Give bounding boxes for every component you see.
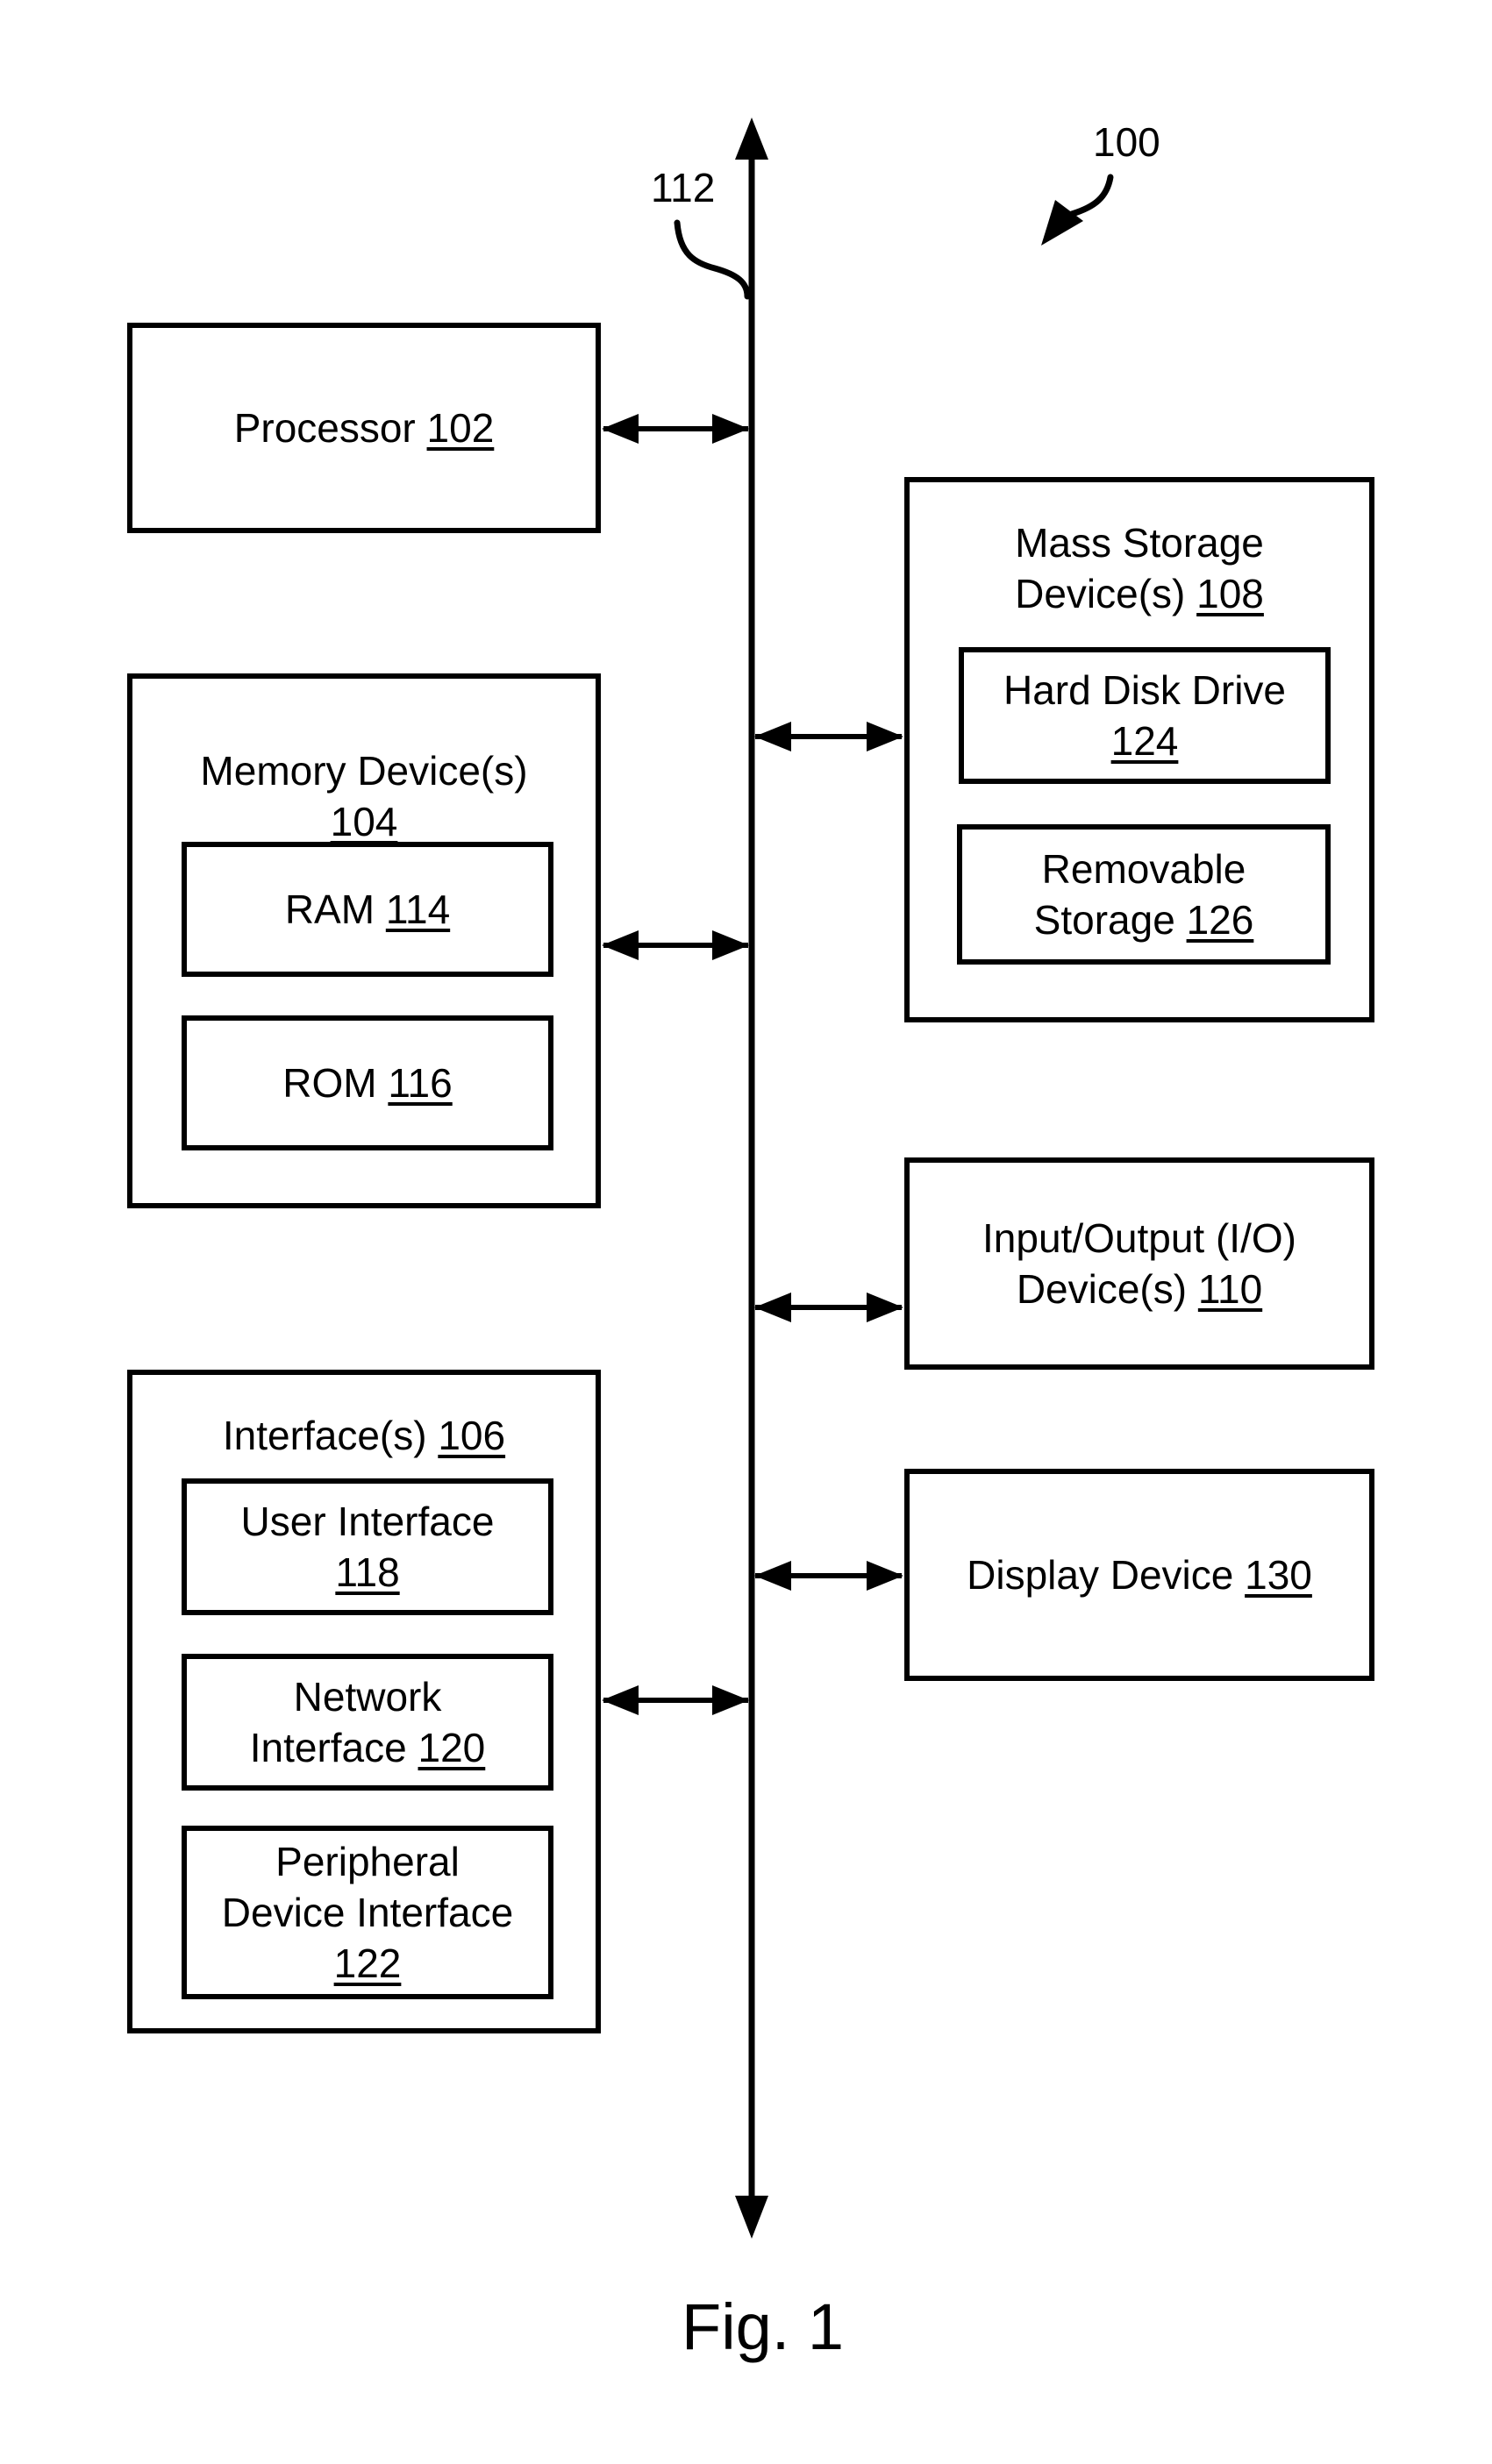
arrow-memory-bus — [602, 930, 749, 960]
arrow-right-icon — [867, 1561, 903, 1591]
figure-caption: Fig. 1 — [682, 2290, 845, 2363]
arrow-left-icon — [754, 722, 791, 751]
arrow-left-icon — [602, 1685, 639, 1715]
interfaces-name: Interface(s) — [222, 1413, 427, 1458]
memory-ref: 104 — [330, 799, 398, 844]
user-interface-name: User Interface — [240, 1499, 495, 1544]
arrow-left-icon — [754, 1561, 791, 1591]
mass-storage-box: Mass Storage Device(s) 108 Hard Disk Dri… — [904, 477, 1374, 1022]
arrow-left-icon — [754, 1293, 791, 1322]
arrow-right-icon — [867, 1293, 903, 1322]
display-name: Display Device — [967, 1552, 1234, 1598]
peripheral-name-line2: Device Interface — [221, 1890, 514, 1935]
arrow-right-icon — [867, 722, 903, 751]
arrow-bus-io — [754, 1293, 903, 1322]
removable-ref: 126 — [1186, 897, 1254, 943]
system-pointer-arrowhead-icon — [1041, 200, 1083, 246]
hdd-name: Hard Disk Drive — [1003, 667, 1287, 713]
peripheral-device-interface-box: Peripheral Device Interface 122 — [182, 1826, 553, 1999]
network-interface-ref: 120 — [418, 1725, 486, 1770]
system-pointer-line — [1068, 174, 1114, 217]
arrow-right-icon — [712, 1685, 749, 1715]
system-pointer-arrow — [1041, 174, 1114, 246]
ram-name: RAM — [284, 887, 375, 932]
peripheral-name-line1: Peripheral — [275, 1839, 460, 1884]
network-interface-name-line2: Interface — [249, 1725, 407, 1770]
interfaces-ref: 106 — [438, 1413, 506, 1458]
processor-label: Processor 102 — [234, 402, 495, 453]
interfaces-title: Interface(s) 106 — [132, 1410, 596, 1461]
removable-storage-box: Removable Storage 126 — [957, 824, 1331, 965]
mass-storage-name-line2: Device(s) — [1015, 571, 1186, 616]
memory-title: Memory Device(s) 104 — [132, 745, 596, 847]
ram-ref: 114 — [385, 887, 451, 932]
bus-leader-line — [674, 219, 751, 300]
arrow-bus-display — [754, 1561, 903, 1591]
rom-name: ROM — [282, 1060, 377, 1106]
bus-arrow-down-icon — [735, 2196, 768, 2239]
user-interface-box: User Interface 118 — [182, 1478, 553, 1615]
mass-storage-name-line1: Mass Storage — [1015, 520, 1264, 566]
user-interface-ref: 118 — [335, 1549, 400, 1595]
io-ref: 110 — [1197, 1266, 1263, 1312]
processor-name: Processor — [233, 405, 416, 451]
io-devices-box: Input/Output (I/O) Device(s) 110 — [904, 1157, 1374, 1370]
arrow-interfaces-bus — [602, 1685, 749, 1715]
memory-name: Memory Device(s) — [200, 748, 528, 794]
mass-storage-ref: 108 — [1196, 571, 1264, 616]
arrow-right-icon — [712, 414, 749, 444]
hard-disk-drive-box: Hard Disk Drive 124 — [959, 647, 1331, 784]
arrow-bus-mass-storage — [754, 722, 903, 751]
peripheral-ref: 122 — [333, 1941, 402, 1986]
display-device-box: Display Device 130 — [904, 1469, 1374, 1681]
arrow-right-icon — [712, 930, 749, 960]
network-interface-name-line1: Network — [293, 1674, 442, 1720]
io-name-line2: Device(s) — [1016, 1266, 1188, 1312]
bus-reference-label: 112 — [651, 165, 716, 210]
rom-ref: 116 — [388, 1060, 453, 1106]
rom-box: ROM 116 — [182, 1015, 553, 1150]
processor-ref: 102 — [426, 405, 495, 451]
hdd-ref: 124 — [1110, 718, 1179, 764]
processor-box: Processor 102 — [127, 323, 601, 533]
arrow-processor-bus — [602, 414, 749, 444]
system-reference-label: 100 — [1093, 119, 1160, 165]
display-ref: 130 — [1245, 1552, 1312, 1598]
network-interface-box: Network Interface 120 — [182, 1654, 553, 1791]
arrow-left-icon — [602, 930, 639, 960]
bus-112 — [735, 118, 768, 2239]
interfaces-box: Interface(s) 106 User Interface 118 Netw… — [127, 1370, 601, 2033]
arrow-left-icon — [602, 414, 639, 444]
io-name-line1: Input/Output (I/O) — [982, 1215, 1296, 1261]
removable-name-line2: Storage — [1033, 897, 1175, 943]
bus-arrow-up-icon — [735, 118, 768, 160]
mass-storage-title: Mass Storage Device(s) 108 — [910, 517, 1369, 619]
memory-devices-box: Memory Device(s) 104 RAM 114 ROM 116 — [127, 673, 601, 1208]
removable-name-line1: Removable — [1041, 846, 1246, 892]
ram-box: RAM 114 — [182, 842, 553, 977]
